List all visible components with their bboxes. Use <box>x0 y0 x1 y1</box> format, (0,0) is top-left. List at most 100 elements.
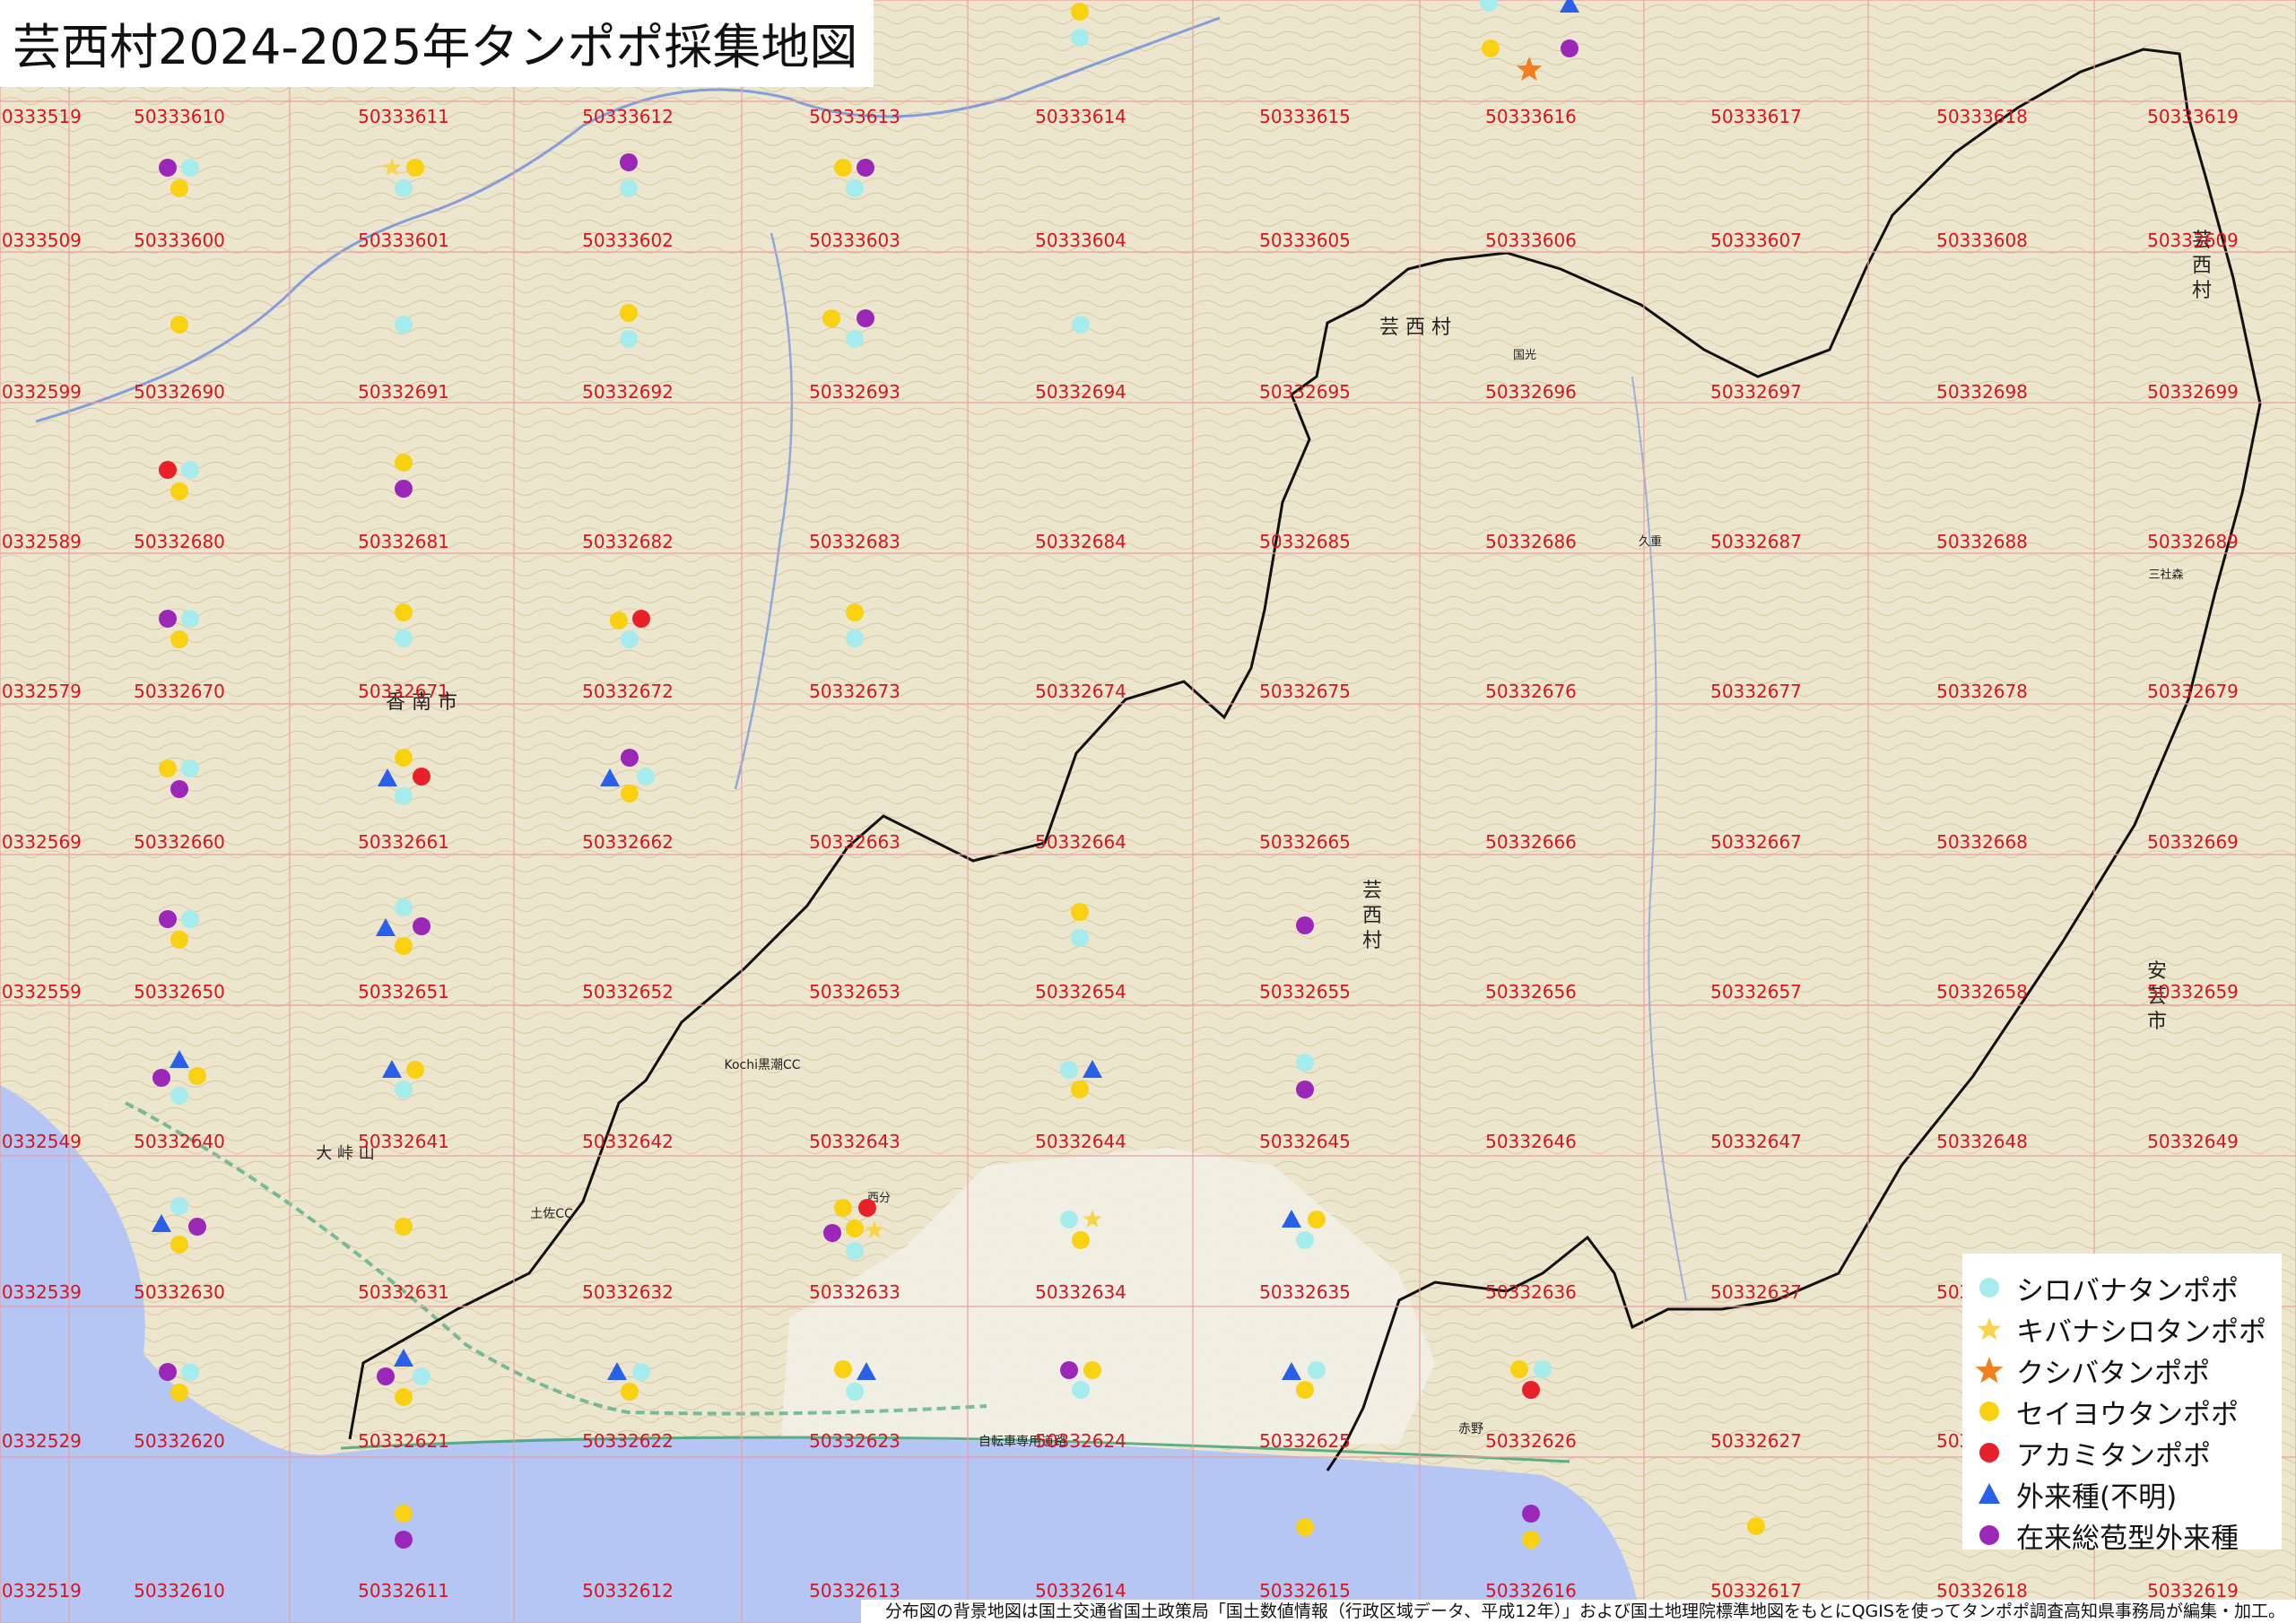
mesh-code-label: 50332619 <box>2147 1580 2239 1601</box>
mesh-code-label: 50332641 <box>358 1131 449 1152</box>
marker-seiyou <box>822 309 840 327</box>
marker-seiyou <box>1510 1360 1528 1378</box>
mesh-code-label: 50333611 <box>358 106 449 127</box>
map-title: 芸西村2024-2025年タンポポ採集地図 <box>0 0 874 87</box>
mesh-code-label: 50332672 <box>582 681 674 702</box>
mesh-code-label: 50332694 <box>1035 381 1126 403</box>
mesh-code-label: 50333607 <box>1710 230 1802 251</box>
mesh-code-label: 50332666 <box>1485 831 1577 853</box>
mesh-code-label: 50333609 <box>2147 230 2239 251</box>
mesh-code-label: 50332675 <box>1259 681 1351 702</box>
mesh-code-label: 50332627 <box>1710 1430 1802 1452</box>
legend-symbol-star-icon <box>1975 1357 2004 1384</box>
mesh-code-label: 50332642 <box>582 1131 674 1152</box>
mesh-code-label: 50332670 <box>134 681 225 702</box>
marker-shirobana <box>170 1197 188 1215</box>
mesh-code-label: 50332682 <box>582 531 674 552</box>
marker-akami <box>413 768 430 785</box>
legend-item-kibanashiro: キバナシロタンポポ <box>1962 1309 2266 1349</box>
legend-symbol-circle-icon <box>1979 1402 1999 1421</box>
marker-seiyou <box>621 785 639 803</box>
marker-shirobana <box>181 610 199 628</box>
mesh-code-label: 50332617 <box>1710 1580 1802 1601</box>
marker-seiyou <box>170 1236 188 1254</box>
mesh-code-label: 50332624 <box>1035 1430 1126 1452</box>
marker-shirobana <box>1072 316 1090 334</box>
mesh-code-label: 50332621 <box>358 1430 449 1452</box>
legend-item-zairai: 在来総苞型外来種 <box>1962 1515 2239 1555</box>
mesh-code-label: 50332652 <box>582 981 674 1002</box>
mesh-code-label: 50332634 <box>1035 1281 1126 1303</box>
marker-shirobana <box>846 1242 864 1260</box>
marker-zairai <box>823 1224 841 1242</box>
place-label: 赤野 <box>1458 1422 1483 1436</box>
marker-shirobana <box>181 461 199 479</box>
place-label: 西 <box>1362 905 1382 927</box>
marker-akami <box>1522 1381 1540 1399</box>
mesh-code-label: 50332539 <box>0 1281 82 1303</box>
mesh-code-label: 50332630 <box>134 1281 225 1303</box>
map-canvas: 芸 西 村香 南 市芸西村芸西村安芸市大 峠 山Kochi黒潮CC土佐CC自転車… <box>0 0 2296 1623</box>
marker-shirobana <box>621 630 639 648</box>
mesh-code-label: 50333509 <box>0 230 82 251</box>
mesh-code-label: 50333606 <box>1485 230 1577 251</box>
mesh-code-label: 50332632 <box>582 1281 674 1303</box>
mesh-code-label: 50332618 <box>1936 1580 2028 1601</box>
marker-shirobana <box>620 179 638 197</box>
legend-label: アカミタンポポ <box>2016 1439 2211 1472</box>
mesh-code-label: 50332645 <box>1259 1131 1351 1152</box>
mesh-code-label: 50332691 <box>358 381 449 403</box>
mesh-code-label: 50333615 <box>1259 106 1351 127</box>
marker-seiyou <box>1482 39 1500 57</box>
marker-seiyou <box>170 931 188 949</box>
marker-zairai <box>395 480 413 498</box>
mesh-code-label: 50332684 <box>1035 531 1126 552</box>
mesh-code-label: 50332685 <box>1259 531 1351 552</box>
legend-item-seiyou: セイヨウタンポポ <box>1962 1392 2239 1431</box>
mesh-code-label: 50332616 <box>1485 1580 1577 1601</box>
mesh-code-label: 50332669 <box>2147 831 2239 853</box>
legend-symbol-triangle-icon <box>1979 1483 2000 1504</box>
marker-shirobana <box>846 629 864 647</box>
mesh-code-label: 50332699 <box>2147 381 2239 403</box>
marker-seiyou <box>395 749 413 767</box>
marker-shirobana <box>632 1363 650 1381</box>
mesh-code-label: 50332676 <box>1485 681 1577 702</box>
marker-seiyou <box>395 454 413 472</box>
mesh-code-label: 50332650 <box>134 981 225 1002</box>
mesh-code-label: 50332637 <box>1710 1281 1802 1303</box>
marker-seiyou <box>406 1061 424 1079</box>
mesh-code-label: 50332599 <box>0 381 82 403</box>
marker-shirobana <box>1534 1360 1552 1378</box>
marker-shirobana <box>181 910 199 928</box>
marker-seiyou <box>395 1505 413 1523</box>
mesh-code-label: 50332611 <box>358 1580 449 1601</box>
marker-seiyou <box>620 304 638 322</box>
marker-shirobana <box>181 1363 199 1381</box>
mesh-code-label: 50332648 <box>1936 1131 2028 1152</box>
marker-akami <box>632 610 650 628</box>
mesh-code-label: 50332659 <box>2147 981 2239 1002</box>
marker-zairai <box>857 159 874 177</box>
place-label: 安 <box>2147 960 2167 983</box>
legend-symbol-circle-icon <box>1979 1443 1999 1462</box>
marker-seiyou <box>1296 1518 1314 1536</box>
marker-seiyou <box>188 1067 206 1085</box>
marker-seiyou <box>406 159 424 177</box>
mesh-code-label: 50333602 <box>582 230 674 251</box>
marker-seiyou <box>170 630 188 648</box>
place-label: 村 <box>1362 930 1382 952</box>
marker-shirobana <box>1072 1381 1090 1399</box>
marker-shirobana <box>637 768 655 785</box>
mesh-code-label: 50332610 <box>134 1580 225 1601</box>
marker-shirobana <box>620 330 638 348</box>
mesh-code-label: 50332664 <box>1035 831 1126 853</box>
mesh-code-label: 50332689 <box>2147 531 2239 552</box>
mesh-code-label: 50333616 <box>1485 106 1577 127</box>
marker-seiyou <box>621 1383 639 1401</box>
mesh-code-label: 50332657 <box>1710 981 1802 1002</box>
marker-shirobana <box>395 898 413 916</box>
mesh-code-label: 50332673 <box>809 681 900 702</box>
marker-seiyou <box>1071 3 1089 21</box>
mesh-code-label: 50332661 <box>358 831 449 853</box>
